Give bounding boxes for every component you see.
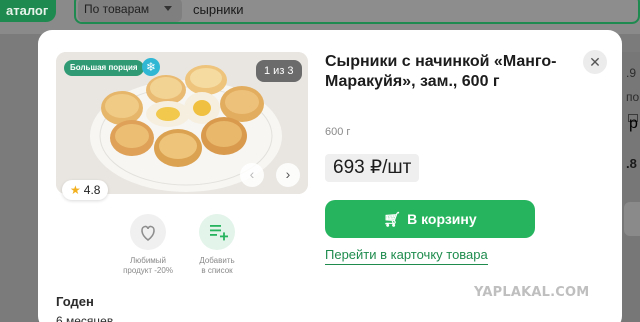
close-icon: ✕: [589, 54, 601, 70]
add-to-list-button[interactable]: Добавить в список: [185, 214, 249, 276]
close-button[interactable]: ✕: [583, 50, 607, 74]
add-to-cart-label: В корзину: [407, 211, 477, 227]
shelf-life-value: 6 месяцев: [56, 314, 114, 322]
star-icon: ★: [70, 183, 81, 197]
shelf-life-heading: Годен: [56, 294, 94, 309]
chevron-left-icon: ‹: [249, 166, 255, 182]
large-portion-badge: Большая порция: [64, 60, 144, 76]
image-counter: 1 из 3: [256, 60, 302, 82]
add-to-cart-button[interactable]: 🛒︎ В корзину: [325, 200, 535, 238]
rating-value: 4.8: [83, 183, 101, 197]
catalog-button[interactable]: аталог: [0, 0, 56, 22]
next-image-button[interactable]: ›: [276, 163, 300, 187]
snowflake-icon: ❄: [142, 58, 160, 76]
add-to-list-label-line2: в список: [201, 266, 233, 275]
chevron-down-icon: [164, 6, 172, 11]
background-product-card: .9 по р .8: [622, 52, 640, 322]
favorite-product-button[interactable]: Любимый продукт -20%: [116, 214, 180, 276]
list-add-icon: [199, 214, 235, 250]
rating-badge: ★ 4.8: [62, 180, 109, 200]
background-text: по: [626, 90, 640, 104]
favorite-label-line1: Любимый: [129, 256, 167, 265]
search-scope-dropdown[interactable]: По товарам: [78, 0, 182, 22]
background-text: .9: [626, 66, 637, 80]
search-input[interactable]: сырники: [193, 2, 243, 17]
cart-icon: 🛒︎: [383, 211, 402, 227]
background-button: [624, 202, 640, 236]
product-quick-view-modal: ✕ Большая порция ❄ 1 из 3 ‹ › ★ 4.8 Люби…: [38, 30, 622, 322]
product-title: Сырники с начинкой «Манго-Маракуйя», зам…: [325, 53, 557, 90]
add-to-list-label-line1: Добавить: [199, 256, 235, 265]
background-text: р: [628, 114, 638, 132]
product-image-gallery[interactable]: Большая порция ❄ 1 из 3 ‹ ›: [56, 52, 308, 194]
chevron-right-icon: ›: [285, 166, 291, 182]
favorite-label-line2: продукт -20%: [123, 266, 173, 275]
search-scope-label: По товарам: [84, 2, 150, 16]
watermark: YAPLAKAL.COM: [474, 285, 590, 300]
background-price: .8: [626, 156, 637, 171]
heart-icon: [130, 214, 166, 250]
product-price: 693 ₽/шт: [325, 154, 420, 182]
previous-image-button[interactable]: ‹: [240, 163, 264, 187]
go-to-product-card-link[interactable]: Перейти в карточку товара: [325, 246, 488, 265]
page-header: аталог По товарам сырники: [0, 0, 640, 34]
product-weight: 600 г: [325, 126, 351, 138]
